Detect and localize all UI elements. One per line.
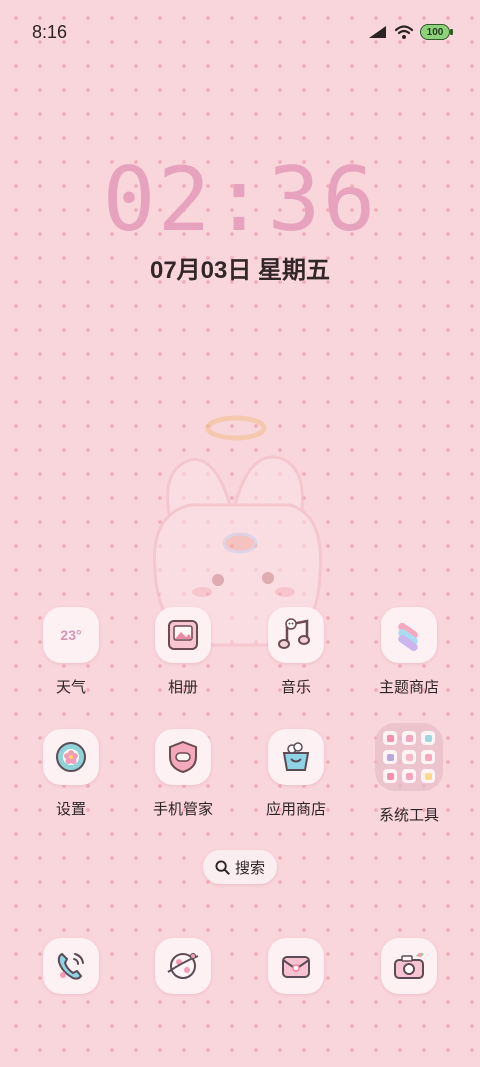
app-label-phone-manager: 手机管家 bbox=[152, 801, 213, 818]
gallery-icon bbox=[168, 620, 198, 650]
dock-camera[interactable] bbox=[353, 938, 465, 994]
phone-icon bbox=[57, 952, 84, 980]
dock-browser[interactable] bbox=[127, 938, 239, 994]
app-weather[interactable]: 23° 天气 bbox=[15, 607, 127, 697]
app-label-settings: 设置 bbox=[55, 801, 86, 818]
search-label: 搜索 bbox=[234, 859, 265, 877]
battery-icon: 100 bbox=[420, 24, 453, 40]
lock-clock-date: 07月03日 星期五 bbox=[149, 257, 331, 284]
theme-store-icon bbox=[398, 622, 418, 652]
system-tools-folder-icon bbox=[375, 723, 443, 791]
app-store-icon bbox=[282, 742, 310, 771]
music-icon bbox=[278, 618, 310, 649]
cellular-signal-icon bbox=[369, 26, 386, 38]
phone-manager-icon bbox=[169, 740, 197, 774]
weather-icon: 23° bbox=[43, 607, 99, 663]
app-label-system-tools: 系统工具 bbox=[378, 807, 439, 824]
status-time: 8:16 bbox=[32, 22, 68, 42]
camera-icon bbox=[394, 952, 424, 979]
app-label-weather: 天气 bbox=[55, 679, 86, 696]
folder-system-tools[interactable]: 系统工具 bbox=[353, 723, 465, 825]
messages-icon bbox=[282, 956, 310, 978]
app-settings[interactable]: 设置 bbox=[15, 729, 127, 819]
app-phone-manager[interactable]: 手机管家 bbox=[127, 729, 239, 819]
battery-level: 100 bbox=[426, 26, 444, 38]
wifi-icon bbox=[394, 25, 414, 39]
app-app-store[interactable]: 应用商店 bbox=[240, 729, 352, 819]
status-bar: 8:16 100 bbox=[0, 0, 480, 68]
browser-icon bbox=[167, 953, 199, 979]
app-label-theme-store: 主题商店 bbox=[378, 679, 439, 696]
lock-clock-time[interactable]: 02:36 bbox=[0, 152, 480, 248]
app-theme-store[interactable]: 主题商店 bbox=[353, 607, 465, 697]
weather-temp: 23° bbox=[60, 627, 82, 643]
search-icon bbox=[215, 859, 230, 875]
dock-messages[interactable] bbox=[240, 938, 352, 994]
app-label-music: 音乐 bbox=[280, 679, 311, 696]
settings-icon bbox=[56, 742, 86, 772]
app-label-gallery: 相册 bbox=[167, 679, 198, 696]
search-button[interactable]: 搜索 bbox=[203, 850, 277, 884]
dock-phone[interactable] bbox=[15, 938, 127, 994]
status-icons: 100 bbox=[368, 24, 453, 40]
app-gallery[interactable]: 相册 bbox=[127, 607, 239, 697]
app-label-app-store: 应用商店 bbox=[265, 801, 326, 818]
app-music[interactable]: 音乐 bbox=[240, 607, 352, 697]
